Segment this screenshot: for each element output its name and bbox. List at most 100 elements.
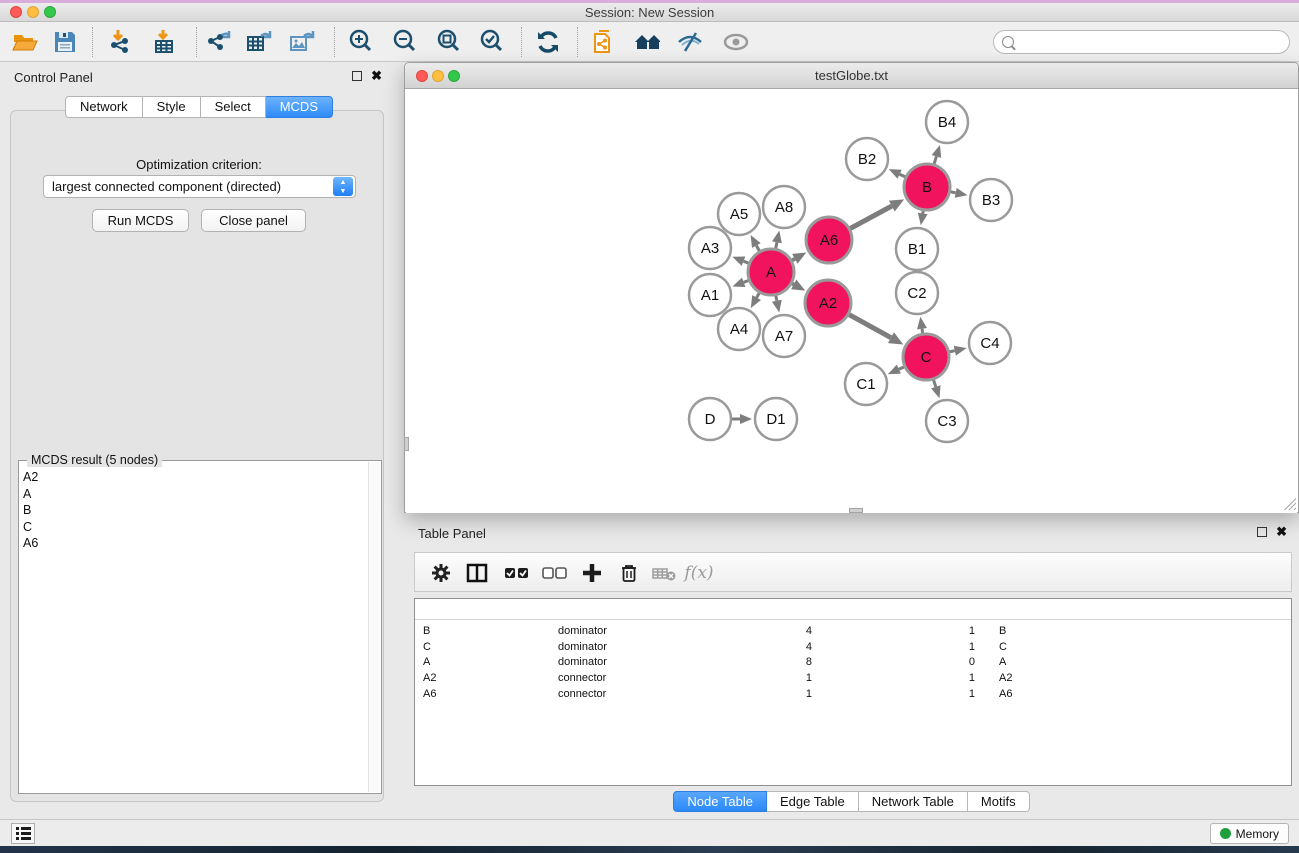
table-cell[interactable]: 1 bbox=[681, 686, 812, 702]
graph-edge-A2-C[interactable] bbox=[849, 315, 891, 338]
graph-edge-A-A7[interactable] bbox=[776, 296, 777, 301]
table-cell[interactable]: 4 bbox=[681, 623, 812, 639]
network-graph[interactable]: B4B2BB3A5A8A6B1A3AA1C2A2A4A7C4CC1C3DD1 bbox=[406, 90, 1297, 513]
graph-edge-B-B2[interactable] bbox=[900, 174, 906, 177]
zoom-window-button[interactable] bbox=[44, 6, 56, 18]
graph-edge-C-C1[interactable] bbox=[899, 367, 904, 369]
deselect-all-checkboxes-icon[interactable] bbox=[541, 559, 569, 587]
result-scrollbar[interactable] bbox=[368, 462, 380, 792]
close-window-button[interactable] bbox=[10, 6, 22, 18]
table-cell[interactable]: dominator bbox=[558, 654, 657, 670]
delete-table-icon[interactable] bbox=[651, 559, 679, 587]
table-cell[interactable]: dominator bbox=[558, 623, 657, 639]
graph-edge-A-A4[interactable] bbox=[757, 293, 760, 298]
tab-node-table[interactable]: Node Table bbox=[673, 791, 767, 812]
zoom-network-window-button[interactable] bbox=[448, 70, 460, 82]
table-cell[interactable]: 4 bbox=[681, 639, 812, 655]
table-cell[interactable]: dominator bbox=[558, 639, 657, 655]
table-cell[interactable]: 1 bbox=[836, 639, 975, 655]
minimize-network-window-button[interactable] bbox=[432, 70, 444, 82]
tab-network[interactable]: Network bbox=[65, 96, 143, 118]
close-panel-button[interactable]: Close panel bbox=[201, 209, 306, 232]
table-cell[interactable]: B bbox=[999, 623, 1060, 639]
table-cell[interactable]: C bbox=[999, 639, 1060, 655]
table-cell[interactable]: B bbox=[423, 623, 534, 639]
graph-edge-A-A1[interactable] bbox=[744, 280, 749, 282]
table-cell[interactable]: 1 bbox=[836, 670, 975, 686]
graph-edge-A-A3[interactable] bbox=[744, 261, 749, 263]
tab-style[interactable]: Style bbox=[143, 96, 201, 118]
table-cell[interactable]: A2 bbox=[423, 670, 534, 686]
node-table[interactable]: Bdominator41BCdominator41CAdominator80AA… bbox=[414, 598, 1292, 786]
graph-edge-B-B3[interactable] bbox=[951, 192, 956, 193]
columns-icon[interactable] bbox=[463, 559, 491, 587]
open-file-icon[interactable] bbox=[12, 29, 38, 55]
import-table-icon[interactable] bbox=[152, 29, 178, 55]
table-cell[interactable]: A bbox=[999, 654, 1060, 670]
export-table-icon[interactable] bbox=[246, 29, 272, 55]
function-builder-icon[interactable]: f(x) bbox=[685, 559, 713, 587]
birdseye-toggle-handle[interactable] bbox=[404, 437, 409, 451]
result-item[interactable]: A2 bbox=[21, 469, 367, 486]
table-cell[interactable]: connector bbox=[558, 670, 657, 686]
birdseye-toggle-handle-bottom[interactable] bbox=[849, 508, 863, 513]
add-column-icon[interactable] bbox=[578, 559, 606, 587]
select-all-checkboxes-icon[interactable] bbox=[503, 559, 531, 587]
network-canvas[interactable]: B4B2BB3A5A8A6B1A3AA1C2A2A4A7C4CC1C3DD1 bbox=[406, 90, 1297, 513]
close-network-window-button[interactable] bbox=[416, 70, 428, 82]
graph-edge-A-A8[interactable] bbox=[776, 242, 777, 248]
tab-network-table[interactable]: Network Table bbox=[859, 791, 968, 812]
run-mcds-button[interactable]: Run MCDS bbox=[92, 209, 189, 232]
delete-column-icon[interactable] bbox=[615, 559, 643, 587]
graph-edge-C-C4[interactable] bbox=[949, 351, 954, 352]
table-cell[interactable]: A6 bbox=[423, 686, 534, 702]
refresh-icon[interactable] bbox=[535, 29, 561, 55]
table-cell[interactable]: A6 bbox=[999, 686, 1060, 702]
tab-edge-table[interactable]: Edge Table bbox=[767, 791, 859, 812]
import-network-icon[interactable] bbox=[108, 29, 134, 55]
result-item[interactable]: B bbox=[21, 502, 367, 519]
memory-button[interactable]: Memory bbox=[1210, 823, 1289, 844]
result-item[interactable]: A6 bbox=[21, 535, 367, 552]
tab-select[interactable]: Select bbox=[201, 96, 266, 118]
show-panel-icon[interactable] bbox=[723, 29, 749, 55]
table-cell[interactable]: 0 bbox=[836, 654, 975, 670]
result-item[interactable]: A bbox=[21, 486, 367, 503]
close-panel-icon[interactable]: ✖ bbox=[371, 71, 382, 81]
export-image-icon[interactable] bbox=[289, 29, 315, 55]
table-cell[interactable]: 8 bbox=[681, 654, 812, 670]
home-icon[interactable] bbox=[634, 29, 660, 55]
graph-edge-C-C3[interactable] bbox=[933, 380, 935, 387]
graph-edge-B-B4[interactable] bbox=[934, 156, 936, 164]
table-cell[interactable]: A bbox=[423, 654, 534, 670]
table-cell[interactable]: C bbox=[423, 639, 534, 655]
zoom-out-icon[interactable] bbox=[392, 29, 418, 55]
graph-edge-A6-B[interactable] bbox=[850, 206, 892, 229]
window-resize-grip[interactable] bbox=[1284, 498, 1296, 510]
save-session-icon[interactable] bbox=[52, 29, 78, 55]
float-panel-button[interactable] bbox=[352, 71, 362, 81]
result-item[interactable]: C bbox=[21, 519, 367, 536]
zoom-selected-icon[interactable] bbox=[479, 29, 505, 55]
network-file-icon[interactable] bbox=[592, 29, 618, 55]
zoom-in-icon[interactable] bbox=[348, 29, 374, 55]
graph-edge-C-C2[interactable] bbox=[922, 329, 923, 334]
table-cell[interactable]: 1 bbox=[836, 686, 975, 702]
float-table-panel-button[interactable] bbox=[1257, 527, 1267, 537]
export-network-icon[interactable] bbox=[205, 29, 231, 55]
criterion-dropdown[interactable]: largest connected component (directed) ▲… bbox=[43, 175, 356, 198]
zoom-fit-icon[interactable] bbox=[436, 29, 462, 55]
minimize-window-button[interactable] bbox=[27, 6, 39, 18]
tab-motifs[interactable]: Motifs bbox=[968, 791, 1030, 812]
close-table-panel-icon[interactable]: ✖ bbox=[1276, 527, 1287, 537]
search-input[interactable] bbox=[1019, 32, 1289, 52]
settings-gear-icon[interactable] bbox=[427, 559, 455, 587]
table-cell[interactable]: connector bbox=[558, 686, 657, 702]
graph-edge-A-A5[interactable] bbox=[756, 246, 759, 251]
table-cell[interactable]: 1 bbox=[836, 623, 975, 639]
table-cell[interactable]: 1 bbox=[681, 670, 812, 686]
mcds-result-list[interactable]: A2ABCA6 bbox=[21, 469, 367, 791]
tab-mcds[interactable]: MCDS bbox=[266, 96, 333, 118]
hide-panel-icon[interactable] bbox=[677, 29, 703, 55]
search-field[interactable] bbox=[993, 30, 1290, 54]
